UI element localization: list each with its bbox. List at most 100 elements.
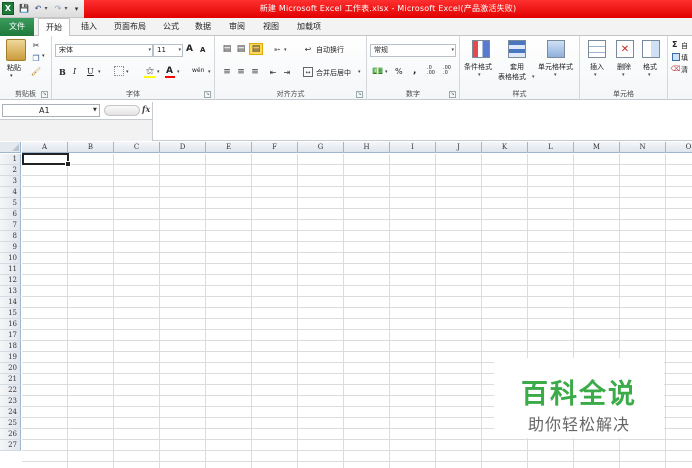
insert-cells-dropdown-icon[interactable]: ▾ (594, 72, 597, 78)
paste-icon[interactable] (6, 39, 26, 61)
align-top-icon[interactable]: ▤ (221, 44, 233, 54)
decrease-decimal-button[interactable]: .00 .0 (443, 66, 457, 76)
column-header[interactable]: F (252, 142, 298, 153)
column-header[interactable]: N (620, 142, 666, 153)
cut-icon[interactable]: ✂ (31, 40, 41, 50)
row-header[interactable]: 26 (0, 429, 21, 440)
customize-quick-access-icon[interactable]: ▾ (72, 2, 81, 15)
clipboard-launcher-icon[interactable]: ↘ (41, 91, 48, 98)
comma-button[interactable]: , (413, 66, 416, 76)
wrap-text-label[interactable]: 自动换行 (316, 45, 344, 55)
grow-font-button[interactable]: A (186, 44, 193, 54)
delete-cells-dropdown-icon[interactable]: ▾ (622, 72, 625, 78)
insert-function-icon[interactable]: fx (142, 104, 152, 116)
column-header[interactable]: C (114, 142, 160, 153)
bold-button[interactable]: B (59, 67, 66, 77)
format-cells-label[interactable]: 格式 (643, 62, 657, 72)
phonetic-button[interactable]: wén (192, 67, 204, 74)
font-color-dropdown-icon[interactable]: ▾ (177, 69, 180, 75)
merge-center-label[interactable]: 合并后居中 (316, 68, 351, 78)
redo-dropdown-icon[interactable]: ▾ (63, 2, 69, 15)
row-header[interactable]: 23 (0, 396, 21, 407)
save-icon[interactable]: 💾 (18, 2, 30, 15)
autosum-icon[interactable]: Σ (672, 40, 677, 49)
cell-styles-label[interactable]: 单元格样式 (538, 62, 573, 72)
column-header[interactable]: M (574, 142, 620, 153)
wrap-text-icon[interactable]: ↩ (303, 44, 313, 54)
tab-formulas[interactable]: 公式 (158, 18, 184, 36)
tab-review[interactable]: 审阅 (224, 18, 250, 36)
fill-color-dropdown-icon[interactable]: ▾ (157, 69, 160, 75)
row-header[interactable]: 2 (0, 165, 21, 176)
format-as-table-label-1[interactable]: 套用 (510, 62, 524, 72)
row-header[interactable]: 7 (0, 220, 21, 231)
row-header[interactable]: 24 (0, 407, 21, 418)
font-name-dropdown-icon[interactable]: ▾ (148, 45, 151, 56)
row-header[interactable]: 21 (0, 374, 21, 385)
copy-dropdown-icon[interactable]: ▾ (42, 53, 45, 59)
row-header[interactable]: 9 (0, 242, 21, 253)
delete-cells-label[interactable]: 删除 (617, 62, 631, 72)
select-all-corner[interactable] (0, 142, 21, 153)
border-dropdown-icon[interactable]: ▾ (126, 69, 129, 75)
format-painter-icon[interactable]: 🖌 (31, 66, 41, 76)
paste-dropdown-icon[interactable]: ▾ (10, 73, 13, 79)
shrink-font-button[interactable]: A (200, 46, 205, 54)
row-header[interactable]: 27 (0, 440, 21, 451)
format-cells-icon[interactable] (642, 40, 660, 58)
row-header[interactable]: 15 (0, 308, 21, 319)
delete-cells-icon[interactable]: ✕ (616, 40, 634, 58)
orientation-icon[interactable]: ➵ (270, 43, 284, 55)
autosum-label[interactable]: 自 (681, 41, 688, 51)
tab-file[interactable]: 文件 (0, 18, 34, 36)
row-header[interactable]: 12 (0, 275, 21, 286)
insert-cells-icon[interactable] (588, 40, 606, 58)
cell-styles-dropdown-icon[interactable]: ▾ (554, 72, 557, 78)
name-box-dropdown-icon[interactable]: ▼ (93, 107, 97, 113)
fill-icon[interactable] (672, 53, 680, 61)
row-header[interactable]: 22 (0, 385, 21, 396)
decrease-indent-icon[interactable]: ⇤ (267, 67, 279, 77)
row-header[interactable]: 20 (0, 363, 21, 374)
align-bottom-icon[interactable]: ▤ (249, 43, 263, 55)
row-header[interactable]: 11 (0, 264, 21, 275)
number-format-combo[interactable]: 常规 ▾ (370, 44, 456, 57)
column-header[interactable]: J (436, 142, 482, 153)
align-middle-icon[interactable]: ▤ (235, 44, 247, 54)
underline-dropdown-icon[interactable]: ▾ (98, 69, 101, 75)
merge-center-icon[interactable]: ↔ (303, 67, 313, 77)
increase-decimal-button[interactable]: .0 .00 (427, 66, 441, 76)
conditional-format-label[interactable]: 条件格式 (464, 62, 492, 72)
row-header[interactable]: 8 (0, 231, 21, 242)
conditional-format-icon[interactable] (472, 40, 490, 58)
font-color-button[interactable]: A (166, 66, 173, 76)
format-as-table-icon[interactable] (508, 40, 526, 58)
tab-home[interactable]: 开始 (38, 18, 70, 37)
row-header[interactable]: 17 (0, 330, 21, 341)
row-header[interactable]: 1 (0, 154, 21, 165)
row-header[interactable]: 3 (0, 176, 21, 187)
merge-dropdown-icon[interactable]: ▾ (358, 69, 361, 75)
phonetic-dropdown-icon[interactable]: ▾ (208, 69, 211, 75)
orientation-dropdown-icon[interactable]: ▾ (284, 47, 287, 53)
column-header[interactable]: A (22, 142, 68, 153)
conditional-format-dropdown-icon[interactable]: ▾ (478, 72, 481, 78)
font-launcher-icon[interactable]: ↘ (204, 91, 211, 98)
align-right-icon[interactable]: ≡ (249, 67, 261, 77)
row-header[interactable]: 14 (0, 297, 21, 308)
column-header[interactable]: K (482, 142, 528, 153)
italic-button[interactable]: I (73, 67, 76, 76)
row-header[interactable]: 16 (0, 319, 21, 330)
row-header[interactable]: 18 (0, 341, 21, 352)
column-header[interactable]: G (298, 142, 344, 153)
row-header[interactable]: 10 (0, 253, 21, 264)
row-header[interactable]: 4 (0, 187, 21, 198)
tab-insert[interactable]: 插入 (76, 18, 102, 36)
row-header[interactable]: 13 (0, 286, 21, 297)
name-box[interactable]: A1 (2, 104, 100, 117)
column-header[interactable]: E (206, 142, 252, 153)
column-header[interactable]: O (666, 142, 692, 153)
increase-indent-icon[interactable]: ⇥ (281, 67, 293, 77)
alignment-launcher-icon[interactable]: ↘ (356, 91, 363, 98)
formula-input[interactable] (152, 102, 692, 140)
